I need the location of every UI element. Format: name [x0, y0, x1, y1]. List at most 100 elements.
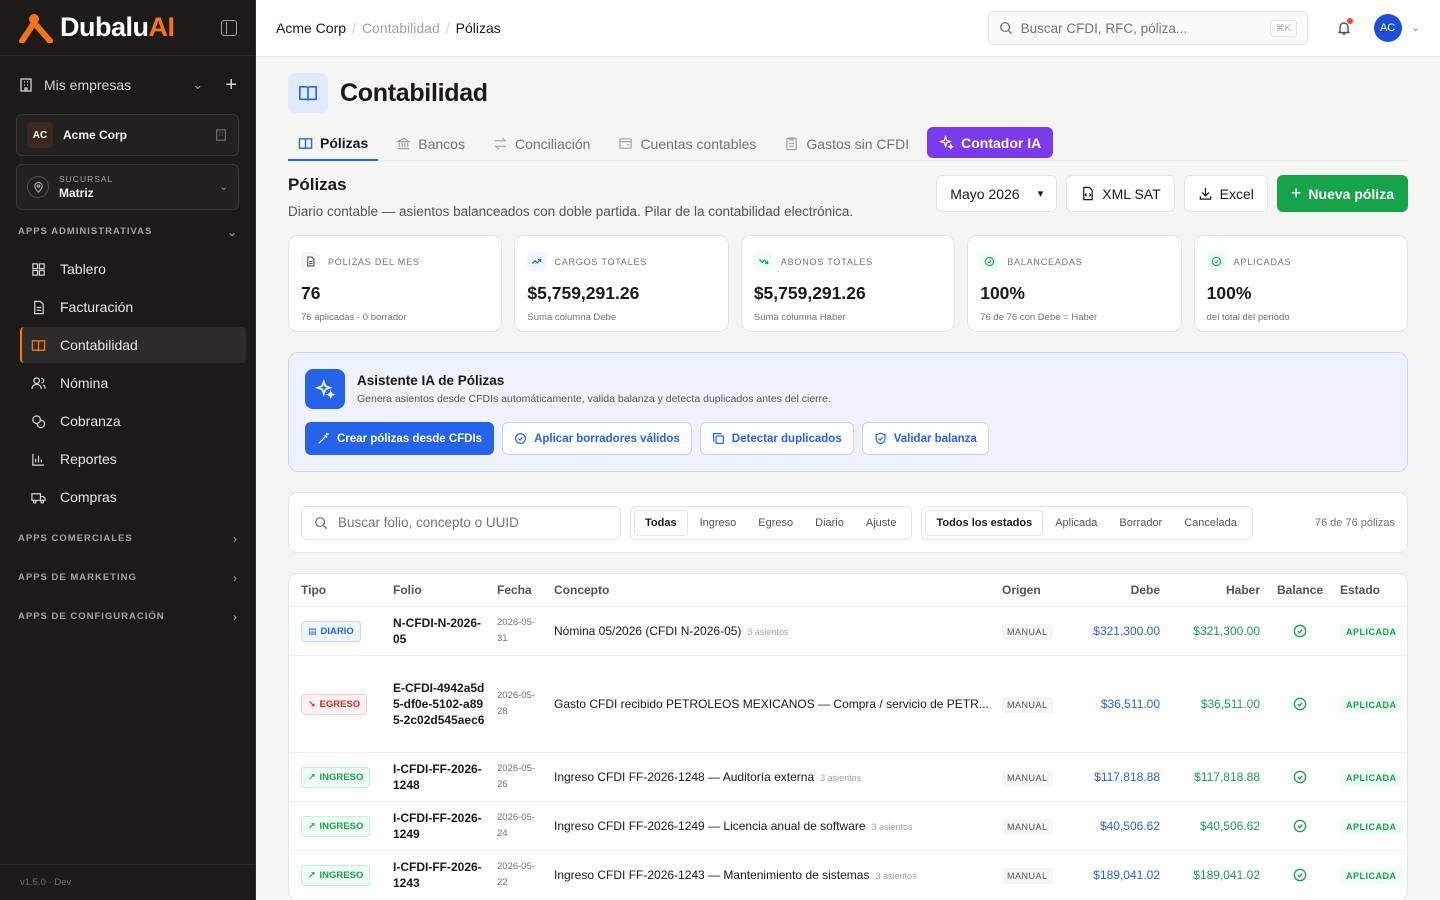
type-badge-ingreso: ↗ INGRESO — [301, 864, 371, 886]
balance-check-icon — [1260, 770, 1340, 784]
row-folio[interactable]: I-CFDI-FF-2026-1248 — [393, 761, 487, 793]
table-row[interactable]: ↗ INGRESO I-CFDI-FF-2026-1249 2026-05-24 … — [289, 802, 1407, 851]
apply-drafts-button[interactable]: Aplicar borradores válidos — [502, 422, 692, 455]
row-folio[interactable]: I-CFDI-FF-2026-1249 — [393, 810, 487, 842]
main-content: Contabilidad Pólizas Bancos Conciliación… — [256, 57, 1440, 900]
polizas-search-input[interactable] — [338, 515, 608, 530]
section-title: Pólizas — [288, 175, 347, 194]
row-folio[interactable]: N-CFDI-N-2026-05 — [393, 615, 497, 647]
stat-value: 100% — [1206, 283, 1252, 303]
section-apps-marketing[interactable]: APPS DE MARKETING › — [0, 558, 255, 597]
table-row[interactable]: ▤ DIARIO N-CFDI-N-2026-05 2026-05-31 Nómi… — [289, 607, 1407, 656]
col-tipo[interactable]: Tipo — [289, 583, 393, 597]
app-version: v1.5.0 · Dev — [0, 864, 255, 900]
row-fecha: 2026-05-22 — [497, 861, 536, 888]
notifications-button[interactable] — [1334, 18, 1354, 38]
bar-chart-icon — [30, 451, 46, 467]
filter-ajuste[interactable]: Ajuste — [856, 511, 907, 535]
add-company-icon[interactable]: + — [225, 74, 237, 97]
section-apps-configuracion[interactable]: APPS DE CONFIGURACIÓN › — [0, 597, 255, 636]
detect-duplicates-button[interactable]: Detectar duplicados — [699, 422, 854, 455]
stat-value: 100% — [980, 283, 1025, 303]
global-search[interactable]: ⌘K — [987, 11, 1308, 45]
sparkles-icon — [305, 369, 345, 409]
col-concepto[interactable]: Concepto — [554, 583, 1002, 597]
table-row[interactable]: ↗ INGRESO I-CFDI-FF-2026-1243 2026-05-22 … — [289, 851, 1407, 900]
col-haber[interactable]: Haber — [1160, 583, 1260, 597]
sidebar-item-reportes[interactable]: Reportes — [20, 441, 246, 477]
new-poliza-button[interactable]: + Nueva póliza — [1276, 175, 1408, 212]
sidebar-item-tablero[interactable]: Tablero — [20, 251, 246, 287]
breadcrumb-contabilidad[interactable]: Contabilidad — [362, 20, 440, 36]
section-apps-administrativas[interactable]: APPS ADMINISTRATIVAS ⌄ — [0, 212, 255, 251]
stat-card-balanceadas: BALANCEADAS 100% 76 de 76 con Debe = Hab… — [967, 235, 1182, 332]
filter-cancelada[interactable]: Cancelada — [1174, 511, 1247, 535]
chevron-down-icon[interactable]: ⌄ — [192, 77, 203, 93]
tab-gastos-sin-cfdi[interactable]: Gastos sin CFDI — [774, 127, 919, 161]
file-code-icon — [1080, 186, 1095, 201]
branch-selector[interactable]: SUCURSAL Matriz ⌄ — [16, 164, 239, 210]
company-selector[interactable]: AC Acme Corp — [16, 114, 239, 156]
section-description: Diario contable — asientos balanceados c… — [288, 204, 854, 219]
sidebar-item-contabilidad[interactable]: Contabilidad — [20, 327, 246, 363]
sidebar-item-nomina[interactable]: Nómina — [20, 365, 246, 401]
stat-label: CARGOS TOTALES — [554, 256, 648, 267]
brand-name[interactable]: DubaluAI — [60, 12, 175, 43]
document-icon — [30, 299, 46, 315]
filter-todas[interactable]: Todas — [634, 509, 688, 536]
stat-label: APLICADAS — [1233, 256, 1292, 267]
polizas-search[interactable] — [301, 505, 621, 540]
tab-bancos[interactable]: Bancos — [386, 127, 475, 161]
trend-down-icon — [753, 252, 773, 271]
row-debe: $321,300.00 — [1093, 624, 1160, 638]
col-folio[interactable]: Folio — [393, 582, 497, 598]
row-folio[interactable]: I-CFDI-FF-2026-1243 — [393, 859, 487, 891]
sidebar-item-facturacion[interactable]: Facturación — [20, 289, 246, 325]
col-origen[interactable]: Origen — [1002, 583, 1076, 597]
col-fecha[interactable]: Fecha — [497, 582, 554, 598]
sidebar-item-compras[interactable]: Compras — [20, 479, 246, 515]
col-balance[interactable]: Balance — [1260, 583, 1340, 597]
xml-sat-button[interactable]: XML SAT — [1066, 175, 1175, 212]
row-folio[interactable]: E-CFDI-4942a5d5-df0e-5102-a895-2c02d545a… — [393, 680, 487, 728]
col-debe[interactable]: Debe — [1076, 583, 1160, 597]
section-apps-comerciales[interactable]: APPS COMERCIALES › — [0, 519, 255, 558]
row-concepto: Ingreso CFDI FF-2026-1248 — Auditoría ex… — [554, 770, 862, 784]
validate-balance-button[interactable]: Validar balanza — [861, 422, 989, 455]
tab-contador-ia[interactable]: Contador IA — [927, 127, 1054, 158]
type-badge-egreso: ↘ EGRESO — [301, 693, 368, 715]
tab-polizas[interactable]: Pólizas — [288, 127, 379, 161]
building-icon — [20, 78, 32, 92]
period-select[interactable]: Mayo 2026 ▾ — [936, 175, 1058, 212]
excel-button[interactable]: Excel — [1183, 175, 1268, 212]
stat-label: PÓLIZAS DEL MES — [328, 256, 420, 267]
status-badge: APLICADA — [1340, 868, 1403, 884]
branch-value: Matriz — [59, 186, 94, 200]
table-row[interactable]: ↘ EGRESO E-CFDI-4942a5d5-df0e-5102-a895-2… — [289, 656, 1407, 753]
table-row[interactable]: ↗ INGRESO I-CFDI-FF-2026-1248 2026-05-26 … — [289, 753, 1407, 802]
mis-empresas[interactable]: Mis empresas ⌄ + — [0, 56, 255, 114]
filter-borrador[interactable]: Borrador — [1109, 511, 1172, 535]
breadcrumb-company[interactable]: Acme Corp — [276, 20, 346, 36]
polizas-table: Tipo Folio Fecha Concepto Origen Debe Ha… — [288, 573, 1408, 900]
filter-diario[interactable]: Diario — [805, 511, 854, 535]
tab-conciliacion[interactable]: Conciliación — [483, 127, 600, 161]
col-estado[interactable]: Estado — [1340, 583, 1400, 597]
sidebar-item-cobranza[interactable]: Cobranza — [20, 403, 246, 439]
tab-cuentas-contables[interactable]: Cuentas contables — [608, 127, 766, 161]
breadcrumb: Acme Corp / Contabilidad / Pólizas — [276, 20, 501, 36]
filter-todos-estados[interactable]: Todos los estados — [925, 509, 1044, 536]
stat-label: BALANCEADAS — [1007, 256, 1083, 267]
chevron-down-icon[interactable]: ⌄ — [1412, 23, 1420, 34]
truck-icon — [30, 489, 46, 505]
global-search-input[interactable] — [1020, 20, 1270, 36]
filter-egreso[interactable]: Egreso — [748, 511, 803, 535]
collapse-sidebar-icon[interactable] — [221, 19, 237, 36]
create-from-cfdis-button[interactable]: Crear pólizas desde CFDIs — [305, 422, 495, 455]
user-avatar[interactable]: AC — [1373, 14, 1402, 42]
wallet-icon — [618, 136, 633, 151]
filter-ingreso[interactable]: Ingreso — [690, 511, 747, 535]
row-concepto: Ingreso CFDI FF-2026-1243 — Mantenimient… — [554, 868, 917, 882]
logo-icon — [18, 13, 54, 44]
filter-aplicada[interactable]: Aplicada — [1045, 511, 1107, 535]
